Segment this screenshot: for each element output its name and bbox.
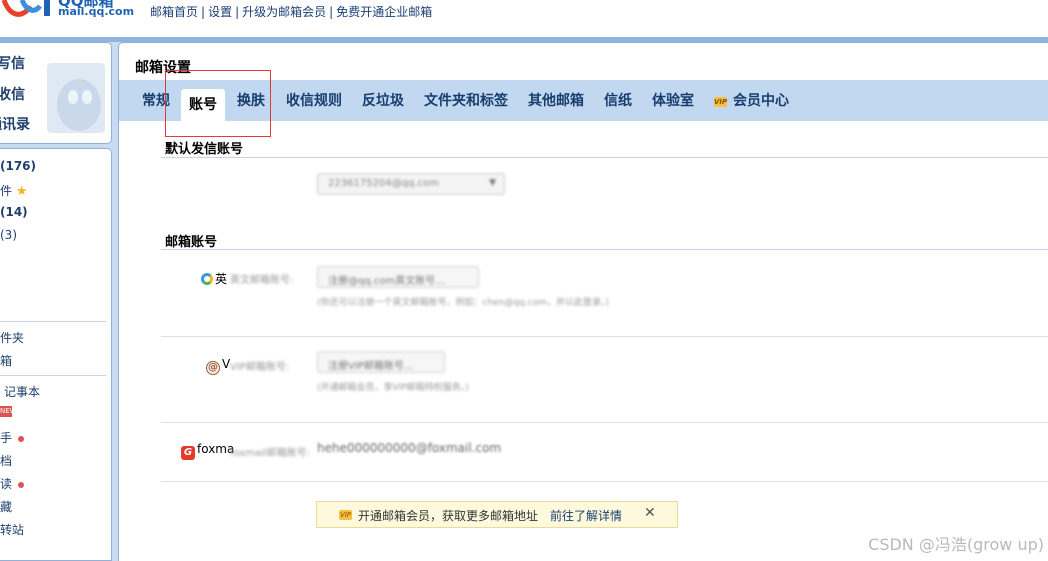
close-icon[interactable]: ✕ bbox=[644, 505, 656, 521]
annotation-highlight bbox=[165, 70, 271, 137]
tab-vip-center[interactable]: VIP 会员中心 bbox=[714, 90, 789, 110]
register-vip-account-button[interactable]: 注册VIP邮箱账号... bbox=[317, 351, 445, 373]
section-default-sender: 默认发信账号 bbox=[165, 142, 244, 157]
qq-logo-icon bbox=[1, 0, 50, 17]
at-sign-icon: @ bbox=[206, 361, 220, 375]
default-sender-select[interactable]: 2236175204@qq.com ▼ bbox=[317, 173, 505, 195]
foxmail-icon: G bbox=[181, 446, 195, 460]
sidebar-divider bbox=[0, 375, 106, 376]
foxmail-address: hehe000000000@foxmail.com bbox=[317, 441, 502, 455]
tab-receive-rules[interactable]: 收信规则 bbox=[286, 90, 342, 110]
logo-domain: mail.qq.com bbox=[58, 5, 135, 18]
vip-icon: VIP bbox=[339, 510, 352, 520]
qq-mail-logo[interactable]: QQ邮箱 mail.qq.com bbox=[0, 0, 135, 22]
tab-labs[interactable]: 体验室 bbox=[652, 90, 694, 110]
tab-stationery[interactable]: 信纸 bbox=[604, 90, 632, 110]
row-divider bbox=[161, 336, 1048, 337]
vip-upsell-notice: VIP 开通邮箱会员，获取更多邮箱地址 前往了解详情 ✕ bbox=[316, 501, 678, 528]
sidebar-quick-actions: 写信 收信 通讯录 bbox=[0, 42, 112, 144]
sidebar-item-assistant[interactable]: 手 bbox=[0, 429, 25, 446]
foxmail-account-label: Gfoxma bbox=[181, 442, 234, 460]
new-badge: NEW bbox=[0, 406, 17, 417]
top-header: QQ邮箱 mail.qq.com 邮箱首页 | 设置 | 升级为邮箱会员 | 免费开通企业邮… bbox=[0, 0, 1048, 38]
tab-anti-spam[interactable]: 反垃圾 bbox=[362, 90, 404, 110]
section-divider bbox=[161, 157, 1048, 158]
link-settings[interactable]: 设置 bbox=[208, 5, 232, 19]
sidebar-item-inbox[interactable]: (176) bbox=[0, 159, 36, 173]
sidebar-item-compose[interactable]: 写信 bbox=[0, 53, 25, 73]
sidebar-item-file-transfer[interactable]: 转站 bbox=[0, 521, 24, 538]
english-account-note: (你还可以注册一个英文邮箱账号，例如：chen@qq.com，并以此登录。) bbox=[317, 298, 609, 308]
sidebar-folders: (176) 件 ★ (14) (3) 件夹 箱 记事本 NEW 手 档 读 藏 … bbox=[0, 148, 112, 561]
unread-dot-icon bbox=[18, 481, 25, 488]
vip-account-label: @ V bbox=[206, 357, 231, 375]
learn-more-link[interactable]: 前往了解详情 bbox=[550, 507, 622, 524]
vip-account-label-blurred: VIP邮箱账号: bbox=[230, 362, 290, 373]
section-divider bbox=[161, 249, 1048, 250]
left-sidebar: 写信 收信 通讯录 (176) 件 ★ (14) (3) 件夹 箱 记事本 NE… bbox=[0, 42, 118, 561]
row-divider bbox=[161, 422, 1048, 423]
top-links: 邮箱首页 | 设置 | 升级为邮箱会员 | 免费开通企业邮箱 bbox=[150, 5, 433, 19]
link-upgrade-vip[interactable]: 升级为邮箱会员 bbox=[242, 5, 326, 19]
sidebar-divider bbox=[0, 321, 106, 322]
watermark: CSDN @冯浩(grow up) bbox=[868, 535, 1044, 554]
sidebar-item-favorites[interactable]: 藏 bbox=[0, 498, 12, 515]
star-icon: ★ bbox=[15, 184, 28, 199]
link-mail-home[interactable]: 邮箱首页 bbox=[150, 5, 198, 19]
vip-account-note: (开通邮箱会员，享VIP邮箱特权服务。) bbox=[317, 383, 469, 393]
sidebar-item-receive[interactable]: 收信 bbox=[0, 84, 25, 104]
sidebar-item-notepad[interactable]: 记事本 bbox=[4, 383, 40, 400]
sidebar-item-contacts[interactable]: 通讯录 bbox=[0, 114, 30, 134]
chevron-down-icon: ▼ bbox=[489, 178, 496, 188]
section-mailbox-accounts: 邮箱账号 bbox=[165, 235, 218, 250]
link-enterprise-mail[interactable]: 免费开通企业邮箱 bbox=[336, 5, 432, 19]
sidebar-item-my-folders[interactable]: 件夹 bbox=[0, 329, 24, 346]
unread-dot-icon bbox=[18, 435, 25, 442]
english-account-label: 英 bbox=[201, 270, 227, 287]
tab-folders-labels[interactable]: 文件夹和标签 bbox=[424, 90, 508, 110]
english-account-label-blurred: 英文邮箱账号: bbox=[230, 275, 294, 286]
account-settings-content: 默认发信账号 2236175204@qq.com ▼ 邮箱账号 英 英文邮箱账号… bbox=[119, 121, 1048, 561]
sidebar-item-documents[interactable]: 档 bbox=[0, 452, 12, 469]
notice-text: 开通邮箱会员，获取更多邮箱地址 bbox=[358, 509, 539, 523]
row-divider bbox=[161, 481, 1048, 482]
sidebar-item-other-mailbox[interactable]: 箱 bbox=[0, 352, 12, 369]
sidebar-item-reading[interactable]: 读 bbox=[0, 475, 25, 492]
penguin-decoration-icon bbox=[47, 63, 105, 133]
register-english-account-button[interactable]: 注册@qq.com英文账号... bbox=[317, 266, 479, 288]
sidebar-item-drafts[interactable]: (14) bbox=[0, 205, 28, 219]
tab-other-mailbox[interactable]: 其他邮箱 bbox=[528, 90, 584, 110]
sidebar-item-sent[interactable]: (3) bbox=[0, 228, 17, 242]
foxmail-account-label-blurred: foxmail邮箱账号: bbox=[230, 448, 311, 459]
sidebar-item-starred[interactable]: 件 ★ bbox=[0, 182, 28, 199]
english-account-icon bbox=[201, 273, 213, 285]
vip-icon: VIP bbox=[714, 97, 728, 107]
